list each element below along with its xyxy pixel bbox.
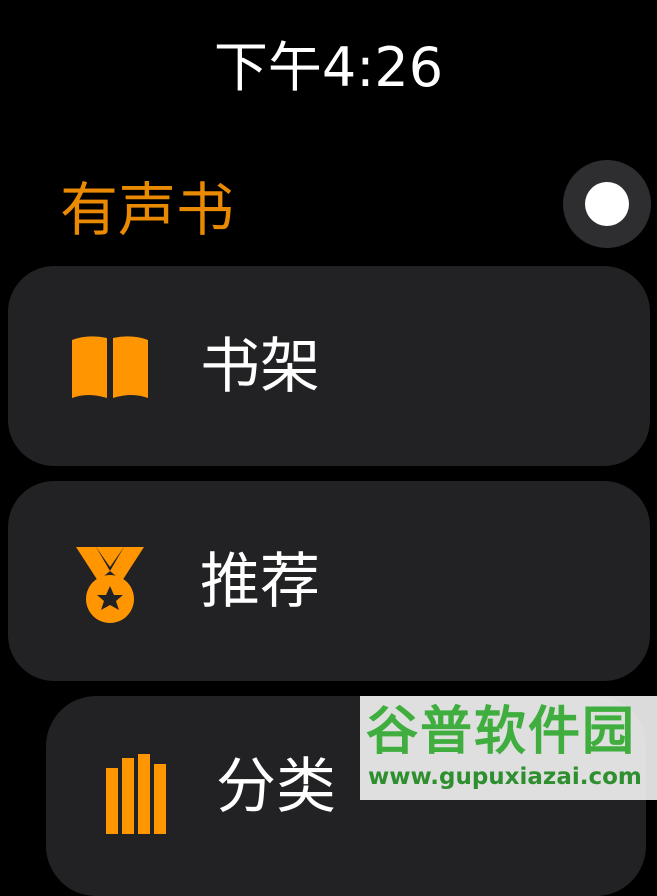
mode-toggle-button[interactable]: [563, 160, 651, 248]
menu-item-recommend[interactable]: 推荐: [8, 481, 650, 681]
menu-item-bookshelf[interactable]: 书架: [8, 266, 650, 466]
medal-icon: [68, 541, 152, 625]
menu-item-label: 书架: [200, 332, 320, 402]
menu-item-label: 推荐: [200, 547, 320, 617]
status-time: 下午4:26: [213, 36, 444, 99]
watermark: 谷普软件园 www.gupuxiazai.com: [360, 696, 657, 800]
watermark-url: www.gupuxiazai.com: [368, 764, 642, 790]
watermark-title: 谷普软件园: [366, 702, 637, 762]
page-title: 有声书: [60, 176, 235, 244]
category-bars-icon: [102, 750, 186, 834]
toggle-knob: [585, 182, 629, 226]
book-icon: [68, 326, 152, 410]
menu-item-label: 分类: [216, 752, 336, 822]
